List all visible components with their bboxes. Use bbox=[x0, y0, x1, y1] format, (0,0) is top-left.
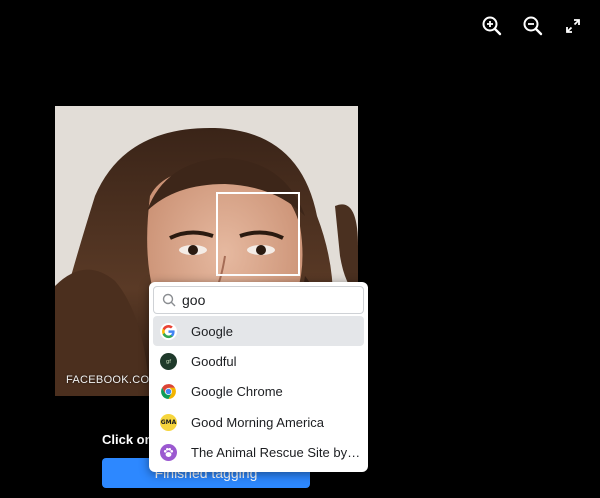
tag-instruction: Click on bbox=[102, 432, 153, 447]
goodful-logo-icon: gf bbox=[160, 353, 177, 371]
tag-search-input[interactable] bbox=[182, 292, 352, 308]
fullscreen-icon[interactable] bbox=[561, 14, 585, 38]
suggestion-google-chrome[interactable]: Google Chrome bbox=[153, 377, 364, 407]
chrome-logo-icon bbox=[160, 383, 177, 400]
search-icon bbox=[162, 293, 176, 307]
face-tag-box[interactable] bbox=[216, 192, 300, 276]
photo-viewer: FACEBOOK.COM/ Click on Finished tagging bbox=[0, 0, 600, 498]
paw-icon bbox=[160, 444, 177, 462]
suggestion-google[interactable]: Google bbox=[153, 316, 364, 347]
tag-search-box[interactable] bbox=[153, 286, 364, 314]
gma-logo-icon: GMA bbox=[160, 413, 177, 431]
google-logo-icon bbox=[160, 322, 177, 340]
suggestion-goodful[interactable]: gf Goodful bbox=[153, 346, 364, 376]
photo-watermark: FACEBOOK.COM/ bbox=[66, 374, 163, 386]
tag-search-popup: Google gf Goodful bbox=[149, 282, 368, 472]
suggestion-good-morning-america[interactable]: GMA Good Morning America bbox=[153, 407, 364, 437]
suggestion-label: Google Chrome bbox=[191, 384, 283, 400]
suggestion-label: Good Morning America bbox=[191, 414, 324, 430]
suggestion-animal-rescue-site[interactable]: The Animal Rescue Site by G... bbox=[153, 438, 364, 468]
suggestion-label: The Animal Rescue Site by G... bbox=[191, 445, 361, 461]
suggestion-list: Google gf Goodful Google Chrome GMA Good… bbox=[153, 316, 364, 468]
suggestion-label: Google bbox=[191, 323, 233, 339]
suggestion-label: Goodful bbox=[191, 354, 237, 370]
zoom-out-icon[interactable] bbox=[521, 14, 545, 38]
zoom-in-icon[interactable] bbox=[480, 14, 504, 38]
